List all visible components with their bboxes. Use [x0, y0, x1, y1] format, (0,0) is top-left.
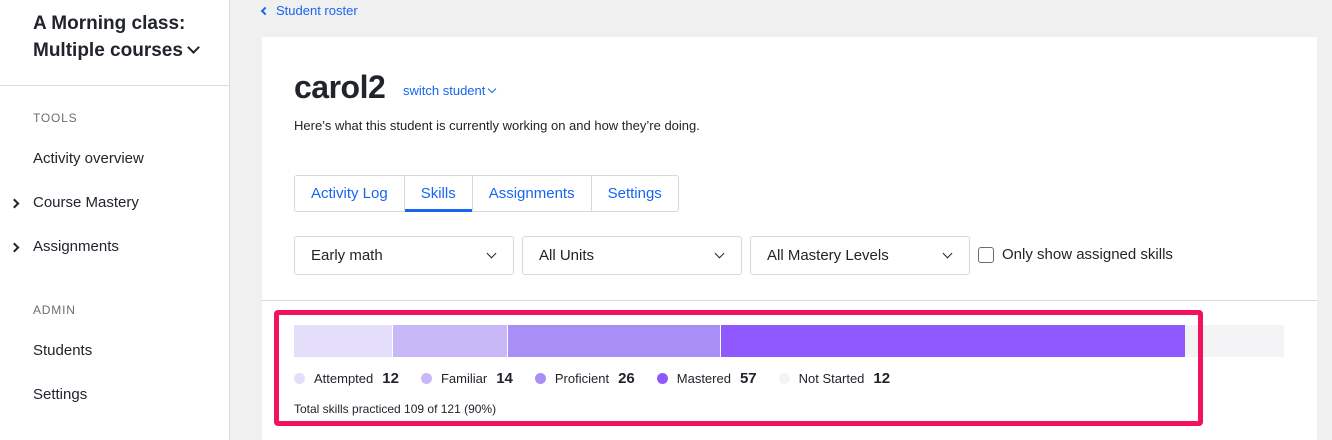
admin-heading: ADMIN [33, 303, 76, 317]
tab-bar: Activity Log Skills Assignments Settings [294, 175, 679, 212]
only-assigned-checkbox[interactable] [978, 247, 994, 263]
units-select-value: All Units [539, 247, 595, 264]
mastery-select-value: All Mastery Levels [767, 247, 889, 264]
sidebar-item-activity-overview[interactable]: Activity overview [33, 150, 144, 167]
sidebar-divider [0, 85, 229, 86]
chevron-right-icon[interactable] [9, 198, 20, 209]
chevron-down-icon [714, 248, 725, 259]
tab-skills[interactable]: Skills [404, 176, 473, 212]
switch-student-button[interactable]: switch student [403, 83, 497, 98]
mastery-select[interactable]: All Mastery Levels [750, 236, 970, 275]
tab-settings[interactable]: Settings [592, 176, 678, 211]
back-link-label: Student roster [276, 3, 358, 18]
chevron-down-icon [486, 248, 497, 259]
only-assigned-label[interactable]: Only show assigned skills [1002, 246, 1173, 263]
tab-activity-log[interactable]: Activity Log [295, 176, 405, 211]
chevron-down-icon [488, 84, 497, 94]
chevron-down-icon [187, 41, 200, 54]
units-select[interactable]: All Units [522, 236, 742, 275]
student-roster-link[interactable]: Student roster [260, 3, 358, 18]
chevron-left-icon [260, 6, 270, 16]
student-name: carol2 [294, 69, 386, 105]
sidebar-item-assignments[interactable]: Assignments [33, 238, 119, 255]
tools-heading: TOOLS [33, 111, 78, 125]
course-select[interactable]: Early math [294, 236, 514, 275]
highlight-box [274, 310, 1203, 426]
switch-student-label: switch student [403, 83, 486, 98]
student-subtitle: Here’s what this student is currently wo… [294, 118, 700, 133]
sidebar-item-settings[interactable]: Settings [33, 386, 87, 403]
card-divider [262, 300, 1317, 301]
sidebar-item-course-mastery[interactable]: Course Mastery [33, 194, 139, 211]
tab-assignments[interactable]: Assignments [473, 176, 592, 211]
sidebar-item-students[interactable]: Students [33, 342, 92, 359]
chevron-down-icon [942, 248, 953, 259]
sidebar: A Morning class: Multiple courses TOOLS … [0, 0, 230, 440]
class-switcher[interactable]: A Morning class: Multiple courses [33, 10, 223, 64]
course-select-value: Early math [311, 247, 383, 264]
chevron-right-icon[interactable] [9, 242, 20, 253]
student-card: carol2 switch student Here’s what this s… [262, 37, 1317, 440]
class-title: A Morning class: Multiple courses [33, 13, 186, 61]
